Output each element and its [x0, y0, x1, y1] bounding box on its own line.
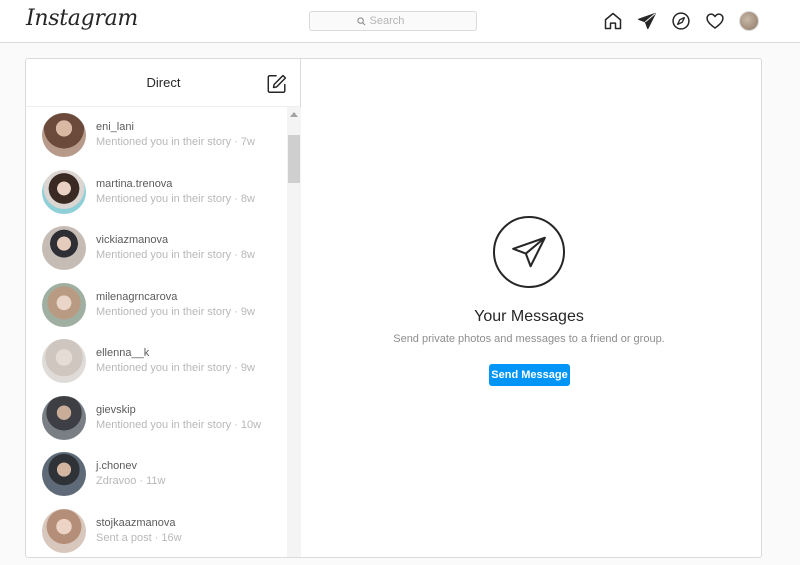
new-message-icon[interactable] [266, 73, 288, 95]
thread-preview: Zdravoo · 11w [96, 475, 166, 488]
thread-list: eni_lani Mentioned you in their story · … [26, 107, 287, 558]
activity-heart-icon[interactable] [704, 10, 726, 32]
thread-item[interactable]: j.chonev Zdravoo · 11w [26, 446, 287, 503]
scroll-up-arrow-icon[interactable] [287, 111, 301, 121]
empty-state-subtitle: Send private photos and messages to a fr… [393, 333, 665, 345]
instagram-logo[interactable]: Instagram [26, 6, 138, 31]
thread-username: stojkaazmanova [96, 516, 176, 529]
nav-icons [602, 10, 760, 32]
thread-avatar [42, 452, 86, 497]
send-message-button[interactable]: Send Message [489, 364, 570, 386]
thread-avatar [42, 395, 86, 440]
thread-item[interactable]: vickiazmanova Mentioned you in their sto… [26, 220, 287, 277]
direct-message-icon [493, 216, 565, 288]
inbox-title: Direct [146, 75, 181, 90]
thread-item[interactable]: stojkaazmanova Sent a post · 16w [26, 503, 287, 558]
profile-avatar[interactable] [738, 10, 760, 32]
direct-messages-panel: Direct eni_lani Mentioned you in their s… [25, 58, 762, 558]
thread-item[interactable]: ellenna__k Mentioned you in their story … [26, 333, 287, 390]
search-icon [356, 16, 365, 25]
thread-preview: Mentioned you in their story · 9w [96, 362, 255, 375]
inbox-column: Direct eni_lani Mentioned you in their s… [26, 59, 301, 557]
thread-preview: Sent a post · 16w [96, 531, 182, 544]
thread-username: eni_lani [96, 121, 134, 134]
thread-username: gievskip [96, 403, 136, 416]
profile-avatar-image [739, 11, 759, 31]
top-navigation-bar: Instagram [0, 0, 800, 43]
thread-preview: Mentioned you in their story · 9w [96, 305, 255, 318]
scrollbar-thumb[interactable] [288, 135, 300, 183]
thread-avatar [42, 508, 86, 553]
thread-item[interactable]: milenagrncarova Mentioned you in their s… [26, 277, 287, 334]
thread-avatar [42, 339, 86, 384]
search-input[interactable] [369, 15, 430, 27]
thread-list-scrollbar[interactable] [287, 107, 301, 557]
inbox-header: Direct [26, 59, 300, 107]
home-icon[interactable] [602, 10, 624, 32]
thread-preview: Mentioned you in their story · 8w [96, 192, 255, 205]
thread-username: ellenna__k [96, 347, 150, 360]
thread-username: milenagrncarova [96, 290, 178, 303]
thread-username: j.chonev [96, 460, 137, 473]
thread-item[interactable]: gievskip Mentioned you in their story · … [26, 390, 287, 447]
thread-item[interactable]: eni_lani Mentioned you in their story · … [26, 107, 287, 164]
conversation-empty-state: Your Messages Send private photos and me… [302, 59, 761, 557]
thread-avatar [42, 282, 86, 327]
thread-avatar [42, 169, 86, 214]
thread-preview: Mentioned you in their story · 10w [96, 418, 262, 431]
search-box[interactable] [309, 11, 477, 31]
thread-avatar [42, 226, 86, 271]
explore-icon[interactable] [670, 10, 692, 32]
thread-username: martina.trenova [96, 177, 173, 190]
thread-avatar [42, 113, 86, 158]
thread-preview: Mentioned you in their story · 7w [96, 136, 255, 149]
empty-state-title: Your Messages [474, 308, 584, 325]
thread-preview: Mentioned you in their story · 8w [96, 249, 255, 262]
thread-item[interactable]: martina.trenova Mentioned you in their s… [26, 164, 287, 221]
thread-username: vickiazmanova [96, 234, 169, 247]
direct-icon[interactable] [636, 10, 658, 32]
